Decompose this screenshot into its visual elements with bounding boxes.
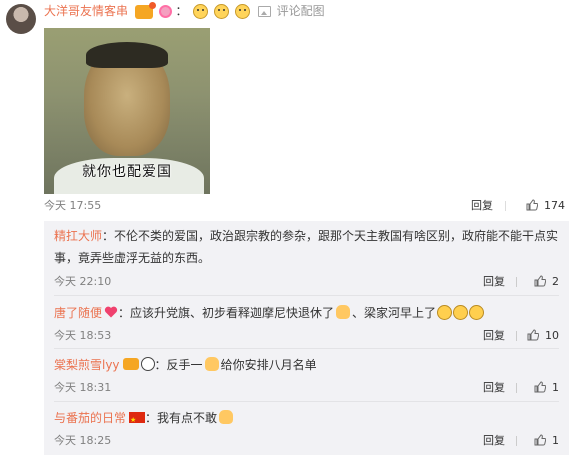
reply-button[interactable]: 回复 <box>483 274 505 290</box>
reply-divider <box>54 401 559 402</box>
comment-separator: ： <box>175 4 188 18</box>
doge-emoji-icon <box>235 4 250 19</box>
reply-item: 唐了随便 ：应该升党旗、初步看释迦摩尼快退休了 、梁家河早上了 <box>54 302 559 324</box>
meme-hair <box>86 42 168 68</box>
heart-emoji-icon <box>104 306 118 318</box>
comment-time: 今天 17:55 <box>44 199 102 212</box>
like-button[interactable]: 174 <box>526 198 565 214</box>
vip-badge-icon <box>122 358 139 370</box>
reply-footer: 今天 18:31 回复 1 <box>54 380 559 396</box>
reply-list: 精扛大师：不伦不类的爱国，政治跟宗教的参杂，跟那个天主教国有啥区别，政府能不能干… <box>44 221 569 455</box>
doge-emoji-icon <box>214 4 230 19</box>
reply-button[interactable]: 回复 <box>483 328 505 344</box>
peace-hand-emoji-icon <box>336 305 351 319</box>
reply-time: 今天 18:31 <box>54 381 112 394</box>
reply-text: 与番茄的日常 ：我有点不敢 <box>54 407 559 431</box>
china-flag-icon <box>129 409 146 431</box>
reply-text: 唐了随便 ：应该升党旗、初步看释迦摩尼快退休了 、梁家河早上了 <box>54 302 559 324</box>
thumb-up-icon <box>527 329 539 341</box>
reply-divider <box>54 348 559 349</box>
reply-content: 给你安排八月名单 <box>220 358 317 372</box>
reply-button[interactable]: 回复 <box>483 380 505 396</box>
reply-username[interactable]: 唐了随便 <box>54 306 102 320</box>
footer-divider <box>516 277 517 287</box>
thumb-up-icon <box>534 275 546 287</box>
reply-item: 与番茄的日常 ：我有点不敢 <box>54 407 559 431</box>
like-count: 1 <box>552 434 559 447</box>
reply-footer: 今天 22:10 回复 2 <box>54 274 559 290</box>
like-count: 1 <box>552 381 559 394</box>
reply-time: 今天 18:53 <box>54 329 112 342</box>
panda-emoji-icon <box>140 357 155 371</box>
avatar[interactable] <box>6 4 36 34</box>
image-icon[interactable] <box>257 6 271 17</box>
reply-content: ：不伦不类的爱国，政治跟宗教的参杂，跟那个天主教国有啥区别，政府能不能干点实事，… <box>54 229 559 265</box>
comment-header: 大洋哥友情客串 ： 评论配图 <box>44 1 569 19</box>
reply-button[interactable]: 回复 <box>483 433 505 449</box>
reply-text: 精扛大师：不伦不类的爱国，政治跟宗教的参杂，跟那个天主教国有啥区别，政府能不能干… <box>54 225 559 269</box>
meme-caption: 就你也配爱国 <box>82 164 172 180</box>
comment-footer: 今天 17:55 回复 174 <box>44 198 569 214</box>
reply-time: 今天 18:25 <box>54 434 112 447</box>
thumb-up-icon <box>534 434 546 446</box>
thumb-emoji-icon <box>219 410 234 424</box>
reply-time: 今天 22:10 <box>54 275 112 288</box>
footer-divider <box>516 383 517 393</box>
thumb-emoji-icon <box>204 357 219 371</box>
reply-footer: 今天 18:25 回复 1 <box>54 433 559 449</box>
reply-footer: 今天 18:53 回复 10 <box>54 328 559 344</box>
footer-divider <box>516 331 517 341</box>
reply-username[interactable]: 精扛大师 <box>54 229 102 243</box>
reply-content: ：反手一 <box>154 358 203 372</box>
like-count: 10 <box>545 329 559 342</box>
comment-image[interactable]: 就你也配爱国 <box>44 28 210 194</box>
reply-content: ：我有点不敢 <box>145 411 218 425</box>
thumb-up-icon <box>526 199 538 211</box>
reply-content: ：应该升党旗、初步看释迦摩尼快退休了 <box>118 306 335 320</box>
cry-emoji-icon <box>469 305 485 320</box>
doge-emoji-icon <box>193 4 209 19</box>
comment-thread: 大洋哥友情客串 ： 评论配图 就你也配爱国 今天 17:55 回复 174 精扛… <box>0 0 575 455</box>
like-button[interactable]: 1 <box>534 380 559 396</box>
cry-emoji-icon <box>437 305 453 320</box>
like-button[interactable]: 1 <box>534 433 559 449</box>
like-count: 174 <box>544 199 565 212</box>
reply-divider <box>54 295 559 296</box>
reply-content: 、梁家河早上了 <box>352 306 437 320</box>
reply-username[interactable]: 棠梨煎雪lyy <box>54 358 120 372</box>
footer-divider <box>505 201 506 211</box>
comment-username[interactable]: 大洋哥友情客串 <box>44 4 128 18</box>
reply-text: 棠梨煎雪lyy ：反手一 给你安排八月名单 <box>54 354 559 376</box>
reply-username[interactable]: 与番茄的日常 <box>54 411 126 425</box>
reply-item: 棠梨煎雪lyy ：反手一 给你安排八月名单 <box>54 354 559 376</box>
like-count: 2 <box>552 275 559 288</box>
thumb-up-icon <box>534 381 546 393</box>
like-button[interactable]: 10 <box>527 328 559 344</box>
donut-badge-icon <box>158 5 172 18</box>
main-comment: 大洋哥友情客串 ： 评论配图 <box>44 1 569 19</box>
reply-button[interactable]: 回复 <box>471 198 493 214</box>
comment-image-link[interactable]: 评论配图 <box>277 4 325 18</box>
cry-emoji-icon <box>453 305 469 320</box>
like-button[interactable]: 2 <box>534 274 559 290</box>
reply-item: 精扛大师：不伦不类的爱国，政治跟宗教的参杂，跟那个天主教国有啥区别，政府能不能干… <box>54 225 559 269</box>
vip-badge-icon <box>134 1 156 19</box>
footer-divider <box>516 436 517 446</box>
